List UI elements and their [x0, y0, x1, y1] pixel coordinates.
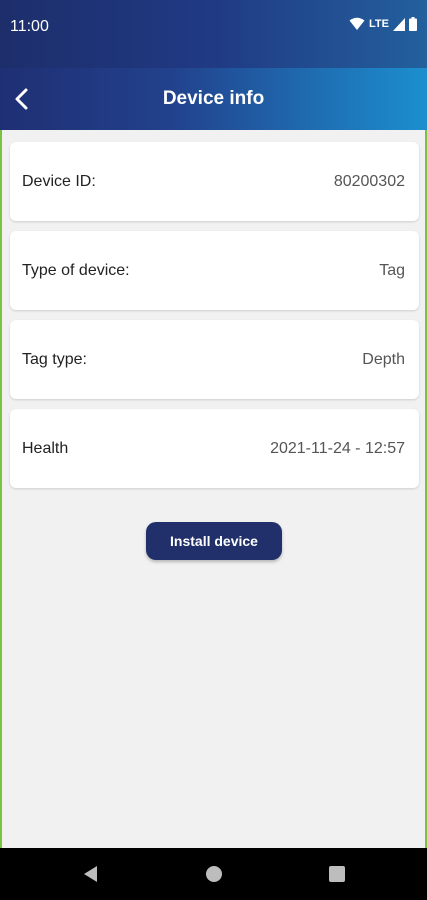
status-icons: LTE	[349, 17, 417, 31]
nav-home-button[interactable]	[204, 864, 224, 884]
device-id-label: Device ID:	[22, 173, 96, 190]
device-type-card: Type of device: Tag	[10, 231, 419, 310]
status-bar: 11:00 LTE	[0, 0, 427, 68]
device-id-card: Device ID: 80200302	[10, 142, 419, 221]
nav-back-button[interactable]	[80, 864, 100, 884]
device-type-label: Type of device:	[22, 262, 130, 279]
tag-type-label: Tag type:	[22, 351, 87, 368]
tag-type-value: Depth	[362, 351, 405, 368]
nav-recents-button[interactable]	[327, 864, 347, 884]
back-triangle-icon	[84, 866, 97, 882]
page-title: Device info	[162, 88, 265, 109]
app-bar: Device info	[0, 68, 427, 130]
battery-icon	[409, 17, 417, 31]
health-card: Health 2021-11-24 - 12:57	[10, 409, 419, 488]
tag-type-card: Tag type: Depth	[10, 320, 419, 399]
device-id-value: 80200302	[333, 173, 405, 190]
status-time: 11:00	[10, 18, 49, 35]
network-type: LTE	[369, 18, 389, 30]
recents-square-icon	[329, 866, 345, 882]
device-type-value: Tag	[379, 262, 405, 279]
install-device-button[interactable]: Install device	[146, 522, 282, 560]
home-circle-icon	[206, 866, 222, 882]
health-label: Health	[22, 440, 69, 457]
wifi-icon	[349, 17, 365, 30]
system-nav-bar	[0, 848, 427, 900]
health-value: 2021-11-24 - 12:57	[270, 440, 405, 457]
signal-icon	[393, 17, 405, 31]
